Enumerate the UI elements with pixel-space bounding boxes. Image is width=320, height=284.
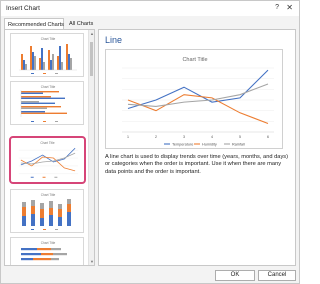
line-thumbnail-icon: Chart Title [18, 141, 79, 178]
thumbnail-stacked-column[interactable]: Chart Title [10, 189, 84, 233]
series-line-humidity [127, 94, 269, 124]
svg-text:Chart Title: Chart Title [41, 241, 56, 245]
chart-x-ticks: 1 2 3 4 5 6 [127, 134, 270, 139]
recommended-chart-list: Chart Title Chart Title Chart Title Char… [4, 29, 95, 266]
chart-preview: Chart Title 1 2 3 4 5 6 Temperature Humidity Ra… [105, 49, 283, 149]
legend-label: Temperature [172, 143, 193, 147]
x-tick-label: 3 [183, 134, 186, 139]
thumbnail-clustered-bar[interactable]: Chart Title [10, 81, 84, 125]
line-chart-preview: Chart Title 1 2 3 4 5 6 Temperature Humidity Ra… [122, 57, 274, 147]
svg-text:Chart Title: Chart Title [40, 141, 55, 145]
x-tick-label: 2 [155, 134, 158, 139]
chart-gridlines [122, 67, 274, 133]
close-icon[interactable]: ✕ [286, 3, 293, 12]
help-icon[interactable]: ? [275, 4, 279, 11]
insert-chart-dialog: Insert Chart ? ✕ Recommended Charts All … [0, 0, 300, 284]
thumbnail-scrollbar[interactable]: ▲ ▼ [88, 30, 94, 265]
svg-text:Chart Title: Chart Title [41, 37, 56, 41]
legend-label: Humidity [202, 143, 217, 147]
thumbnail-clustered-column[interactable]: Chart Title [10, 33, 84, 77]
x-tick-label: 5 [239, 134, 242, 139]
thumbnail-list: Chart Title Chart Title Chart Title Char… [5, 30, 89, 265]
chart-type-heading: Line [105, 35, 123, 45]
legend-label: Rainfall [232, 143, 245, 147]
x-tick-label: 1 [127, 134, 130, 139]
stacked-column-thumbnail-icon: Chart Title [22, 193, 71, 230]
thumbnail-line[interactable]: Chart Title [9, 136, 86, 184]
title-bar: Insert Chart ? ✕ [1, 1, 299, 16]
scroll-up-icon[interactable]: ▲ [90, 31, 94, 36]
clustered-column-thumbnail-icon: Chart Title [19, 37, 77, 74]
cancel-button[interactable]: Cancel [258, 270, 296, 281]
ok-button[interactable]: OK [215, 270, 255, 281]
chart-description: A line chart is used to display trends o… [105, 154, 289, 175]
stacked-bar-thumbnail-icon: Chart Title [21, 241, 67, 261]
chart-series [127, 69, 269, 124]
x-tick-label: 4 [211, 134, 214, 139]
scroll-thumb[interactable] [90, 42, 93, 76]
scroll-down-icon[interactable]: ▼ [90, 259, 94, 264]
chart-detail-panel: Line Chart Title 1 2 3 4 5 6 Temperature Humid… [98, 29, 296, 266]
clustered-bar-thumbnail-icon: Chart Title [20, 85, 67, 122]
chart-legend: Temperature Humidity Rainfall [164, 143, 245, 147]
chart-title: Chart Title [182, 57, 207, 63]
thumbnail-stacked-bar[interactable]: Chart Title [10, 237, 84, 265]
svg-text:Chart Title: Chart Title [41, 85, 56, 89]
svg-text:Chart Title: Chart Title [41, 193, 56, 197]
x-tick-label: 6 [267, 134, 270, 139]
dialog-title: Insert Chart [6, 5, 40, 12]
